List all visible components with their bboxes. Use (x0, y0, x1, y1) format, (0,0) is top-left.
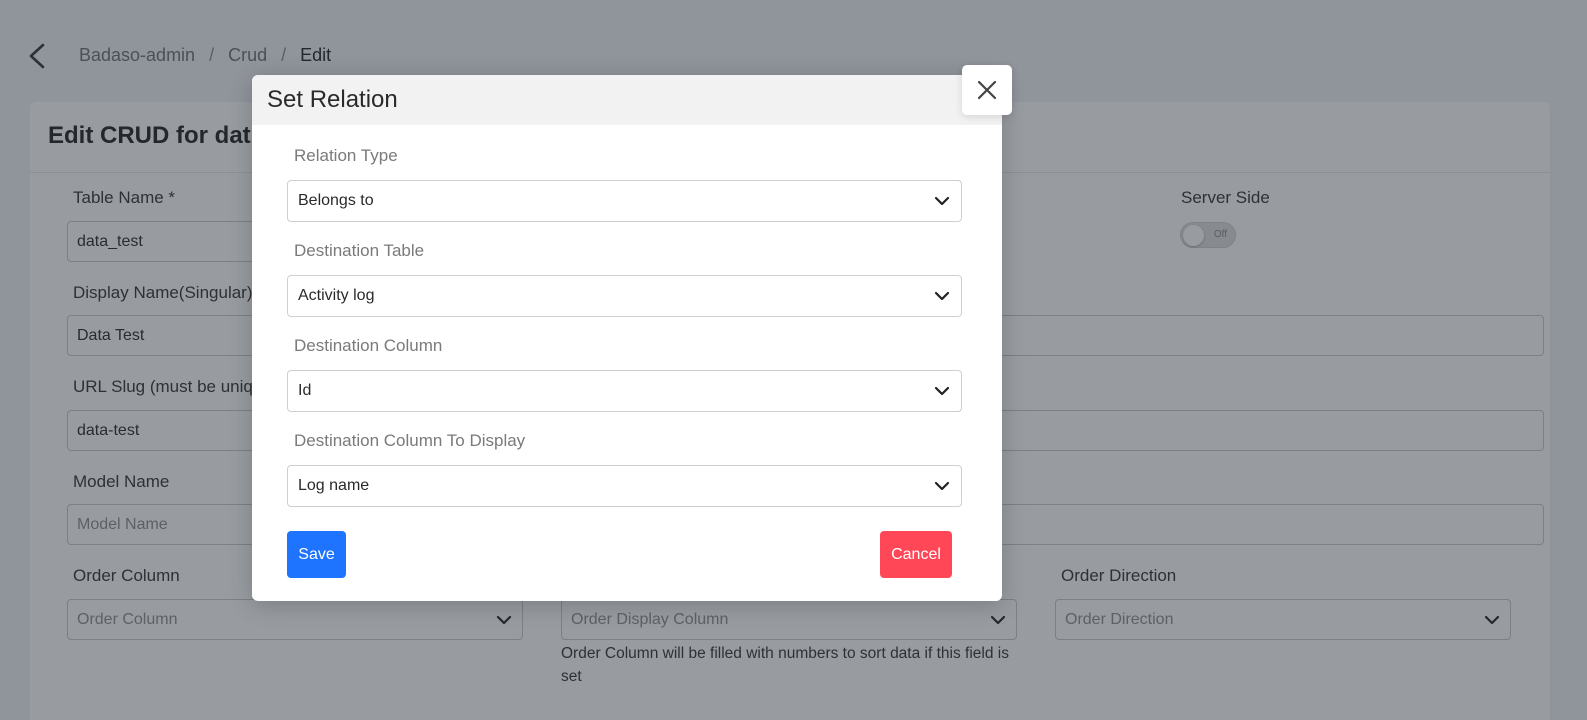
destination-table-select[interactable]: Activity log (287, 275, 962, 317)
destination-column-display-value: Log name (298, 477, 370, 494)
chevron-down-icon (934, 481, 950, 491)
destination-column-label: Destination Column (294, 336, 443, 355)
relation-type-label: Relation Type (294, 146, 398, 165)
destination-column-display-select[interactable]: Log name (287, 465, 962, 507)
close-icon (977, 80, 997, 100)
destination-column-display-label: Destination Column To Display (294, 431, 526, 450)
chevron-down-icon (934, 196, 950, 206)
modal-header: Set Relation (252, 75, 1002, 125)
set-relation-modal: Set Relation Relation Type Belongs to De… (252, 65, 1012, 601)
close-button[interactable] (962, 65, 1012, 115)
cancel-button[interactable]: Cancel (880, 531, 952, 578)
destination-table-value: Activity log (298, 287, 375, 304)
destination-column-select[interactable]: Id (287, 370, 962, 412)
destination-table-label: Destination Table (294, 241, 425, 260)
relation-type-value: Belongs to (298, 192, 374, 209)
relation-type-select[interactable]: Belongs to (287, 180, 962, 222)
save-button[interactable]: Save (287, 531, 346, 578)
modal-title: Set Relation (267, 86, 398, 113)
chevron-down-icon (934, 386, 950, 396)
destination-column-value: Id (298, 382, 312, 399)
chevron-down-icon (934, 291, 950, 301)
